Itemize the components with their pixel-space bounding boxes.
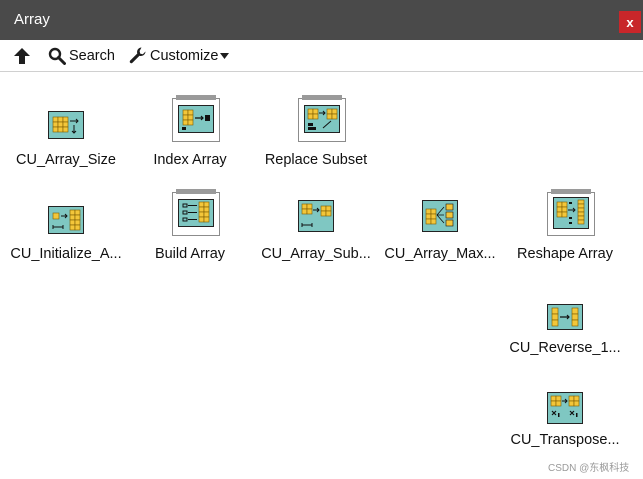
palette-item-label: Replace Subset	[264, 152, 368, 168]
palette-item-label: CU_Transpose...	[510, 432, 620, 448]
index-array-icon	[178, 105, 214, 133]
palette-item-label: Build Array	[154, 246, 226, 262]
triangle-down-icon	[219, 52, 229, 60]
title-bar: Array x	[0, 0, 643, 40]
palette-toolbar: Search Customize	[0, 40, 643, 72]
palette-item-label: CU_Initialize_A...	[10, 246, 122, 262]
palette-item-cu-reverse-1d[interactable]: CU_Reverse_1...	[502, 294, 628, 374]
up-button[interactable]	[12, 40, 32, 71]
palette-item-label: Index Array	[153, 152, 227, 168]
transpose-array-icon	[547, 392, 583, 424]
customize-button[interactable]: Customize	[128, 40, 229, 71]
palette-item-cu-initialize-array[interactable]: CU_Initialize_A...	[3, 200, 129, 280]
palette-item-label: CU_Reverse_1...	[509, 340, 621, 356]
search-label: Search	[69, 47, 115, 64]
palette-item-cu-transpose[interactable]: CU_Transpose...	[502, 386, 628, 466]
up-arrow-icon	[12, 46, 32, 66]
palette-item-label: CU_Array_Max...	[384, 246, 496, 262]
palette-item-index-array[interactable]: Index Array	[127, 94, 253, 174]
close-button[interactable]: x	[619, 11, 641, 33]
watermark: CSDN @东枫科技	[548, 463, 630, 474]
array-size-icon	[48, 111, 84, 139]
palette-item-cu-array-max[interactable]: CU_Array_Max...	[377, 200, 503, 280]
magnifier-icon	[48, 47, 66, 65]
palette-item-cu-array-subset[interactable]: CU_Array_Sub...	[253, 200, 379, 280]
palette-item-replace-subset[interactable]: Replace Subset	[253, 94, 379, 174]
reshape-array-icon	[553, 197, 589, 229]
palette-item-reshape-array[interactable]: Reshape Array	[502, 188, 628, 268]
build-array-icon	[178, 199, 214, 227]
palette-item-build-array[interactable]: Build Array	[127, 188, 253, 268]
palette-item-label: Reshape Array	[517, 246, 613, 262]
palette-item-cu-array-size[interactable]: CU_Array_Size	[3, 106, 129, 186]
close-icon: x	[626, 14, 634, 30]
palette-item-label: CU_Array_Size	[16, 152, 116, 168]
palette-item-label: CU_Array_Sub...	[261, 246, 371, 262]
replace-subset-icon	[304, 105, 340, 133]
reverse-array-icon	[547, 304, 583, 330]
initialize-array-icon	[48, 206, 84, 234]
array-max-min-icon	[422, 200, 458, 232]
search-button[interactable]: Search	[48, 40, 115, 71]
wrench-icon	[128, 46, 147, 65]
array-subset-icon	[298, 200, 334, 232]
customize-label: Customize	[150, 47, 219, 64]
window-title: Array	[14, 11, 50, 28]
